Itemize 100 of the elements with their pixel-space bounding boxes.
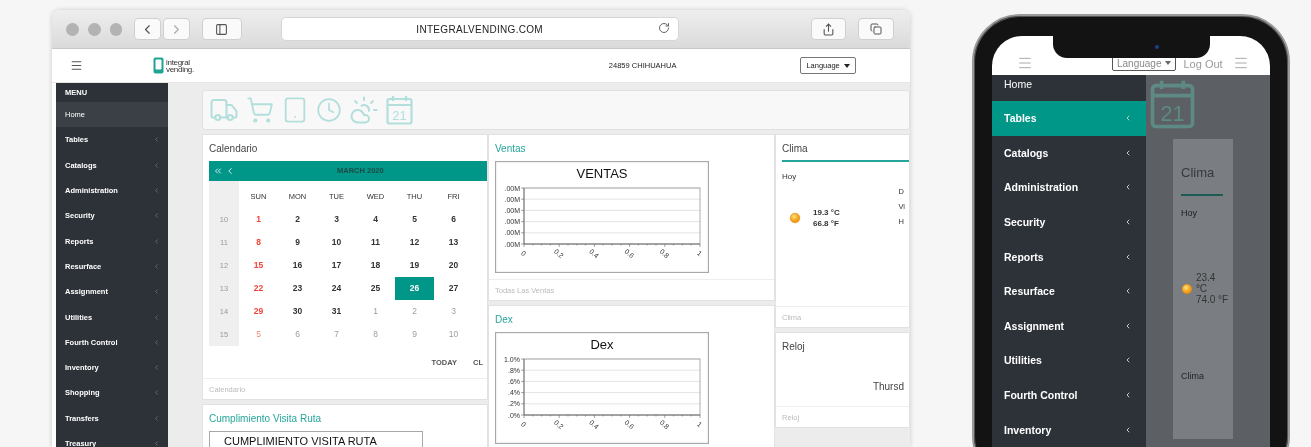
calendar-day[interactable]: 5 (395, 207, 434, 231)
menu-item[interactable]: Administration (992, 170, 1146, 205)
chevron-icon (153, 389, 160, 397)
calendar-day[interactable]: 25 (356, 276, 395, 300)
sidebar-button[interactable] (202, 18, 242, 40)
window-dot[interactable] (66, 22, 79, 36)
temperature-text: 66.8 °F (813, 218, 840, 229)
temperature-text: 74.0 °F (1195, 294, 1229, 305)
chevron-icon (1124, 252, 1132, 261)
calendar-day[interactable]: 31 (317, 299, 356, 323)
temperature-text: 19.3 °C (813, 207, 840, 218)
widget-title: Reloj (781, 340, 806, 354)
window-dot[interactable] (87, 22, 101, 36)
previous-month-icon[interactable] (225, 165, 235, 176)
tabs-icon (870, 23, 883, 35)
chevron-icon (1124, 183, 1132, 192)
chevron-icon (153, 364, 160, 372)
widget-title: Cumplimiento Visita Ruta (208, 412, 323, 426)
calendar-day[interactable]: 20 (434, 253, 473, 277)
chevron-icon (153, 338, 160, 346)
chevron-icon (1124, 287, 1132, 296)
calendar-day[interactable]: 12 (395, 230, 434, 254)
menu-item[interactable]: Security (992, 204, 1146, 240)
widget-footer: Clima (1181, 371, 1229, 381)
tabs-button[interactable] (858, 18, 895, 40)
calendar-day[interactable]: 16 (278, 253, 317, 277)
chevron-icon (153, 440, 160, 447)
week-column-header (209, 180, 239, 208)
menu-icon[interactable] (70, 59, 83, 72)
calendar-day[interactable]: 1 (239, 207, 278, 231)
menu-item[interactable]: Utilities (992, 343, 1146, 378)
menu-item[interactable]: Catalogs (992, 135, 1146, 171)
calendar-day[interactable]: 9 (278, 230, 317, 254)
calendar-day[interactable]: 15 (239, 253, 278, 277)
chevron-icon (153, 262, 160, 270)
sidebar-icon (215, 22, 229, 36)
day-label: Hoy (1181, 208, 1198, 218)
calendar-day[interactable]: 23 (278, 276, 317, 300)
calendar-day[interactable]: 11 (356, 230, 395, 254)
chevron-icon (153, 313, 160, 321)
forward-button[interactable] (163, 18, 190, 40)
calendar-day[interactable]: 22 (239, 276, 278, 300)
menu-item[interactable]: Tables (992, 101, 1146, 136)
chevron-icon (1124, 356, 1132, 365)
chevron-icon (1124, 114, 1132, 123)
previous-year-icon[interactable] (213, 165, 223, 176)
menu-item[interactable]: Inventory (992, 412, 1146, 447)
menu-item[interactable]: Assignment (992, 308, 1146, 344)
calendar-day[interactable]: 8 (239, 230, 278, 254)
day-label: Hoy (781, 171, 798, 181)
menu-item[interactable]: Reports (992, 239, 1146, 274)
chevron-icon (153, 288, 160, 296)
chart-title: VENTAS (576, 165, 628, 183)
sun-icon (789, 212, 801, 224)
share-icon (822, 22, 836, 36)
menu-item[interactable]: Home (992, 75, 1146, 101)
calendar-day[interactable]: 26 (395, 276, 434, 300)
caret-icon (843, 63, 850, 68)
chevron-icon (153, 212, 160, 220)
calendar-day[interactable]: 27 (434, 276, 473, 300)
widget-title: Clima (1181, 165, 1216, 180)
y-axis (520, 358, 525, 416)
chevron-icon (153, 414, 160, 422)
logo-icon (153, 57, 164, 74)
calendar-day[interactable]: 10 (317, 230, 356, 254)
cart-icon[interactable] (246, 96, 274, 124)
chevron-icon (1124, 148, 1132, 157)
calendar-day[interactable]: 13 (434, 230, 473, 254)
calendar-day[interactable]: 24 (317, 276, 356, 300)
calendar-day[interactable]: 2 (278, 207, 317, 231)
caret-icon (1164, 61, 1171, 65)
y-axis (520, 187, 525, 245)
widget-title: Clima (781, 142, 809, 156)
clock-icon[interactable] (316, 97, 342, 123)
back-button[interactable] (134, 18, 162, 40)
chevron-icon (153, 187, 160, 195)
calendar-day[interactable]: 18 (356, 253, 395, 277)
address-field[interactable]: INTEGRALVENDING.COM (280, 17, 679, 41)
calendar-day[interactable]: 3 (317, 207, 356, 231)
chevron-icon (153, 161, 160, 169)
calendar-day[interactable]: 29 (239, 299, 278, 323)
widget-title: Calendario (208, 142, 259, 156)
day-text: Thursd (871, 380, 905, 392)
sun-cloud-icon[interactable] (349, 95, 379, 125)
chevron-icon (153, 237, 160, 245)
calendar-day[interactable]: 4 (356, 207, 395, 231)
calendar-day[interactable]: 17 (317, 253, 356, 277)
calendar-day[interactable]: 30 (278, 299, 317, 323)
calendar-day[interactable]: 6 (434, 207, 473, 231)
widget-title: Ventas (494, 142, 527, 156)
chevron-icon (1124, 391, 1132, 400)
window-dot[interactable] (109, 22, 123, 36)
chevron-icon (153, 136, 160, 144)
calendar-day[interactable]: 19 (395, 253, 434, 277)
chart-title: CUMPLIMIENTO VISITA RUTA (209, 431, 423, 447)
menu-item[interactable]: Fourth Control (992, 377, 1146, 413)
chevron-icon (1124, 321, 1132, 330)
share-button[interactable] (810, 18, 847, 40)
menu-item[interactable]: Resurface (992, 273, 1146, 309)
reload-icon[interactable] (657, 22, 670, 34)
